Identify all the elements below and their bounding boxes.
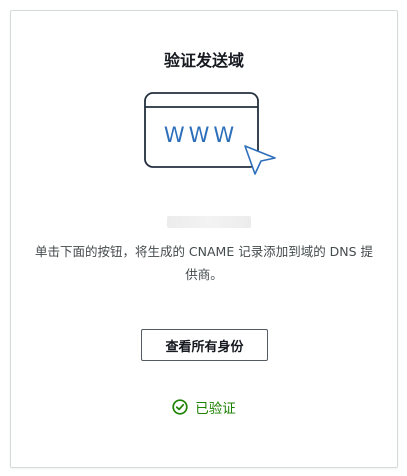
verify-domain-panel: 验证发送域 WWW 单击下面的按钮，将生成的 CNAME 记录添加到域的 DNS… [10,10,398,468]
panel-title: 验证发送域 [163,51,244,70]
redacted-domain [167,216,251,228]
instruction-text: 单击下面的按钮，将生成的 CNAME 记录添加到域的 DNS 提供商。 [34,244,374,282]
status-label: 已验证 [195,401,236,417]
www-text: WWW [164,123,238,147]
view-all-identities-button[interactable]: 查看所有身份 [141,329,268,361]
check-circle-icon [172,399,188,415]
browser-window-with-cursor-icon: WWW [144,92,276,175]
verification-status: 已验证 [11,397,397,417]
